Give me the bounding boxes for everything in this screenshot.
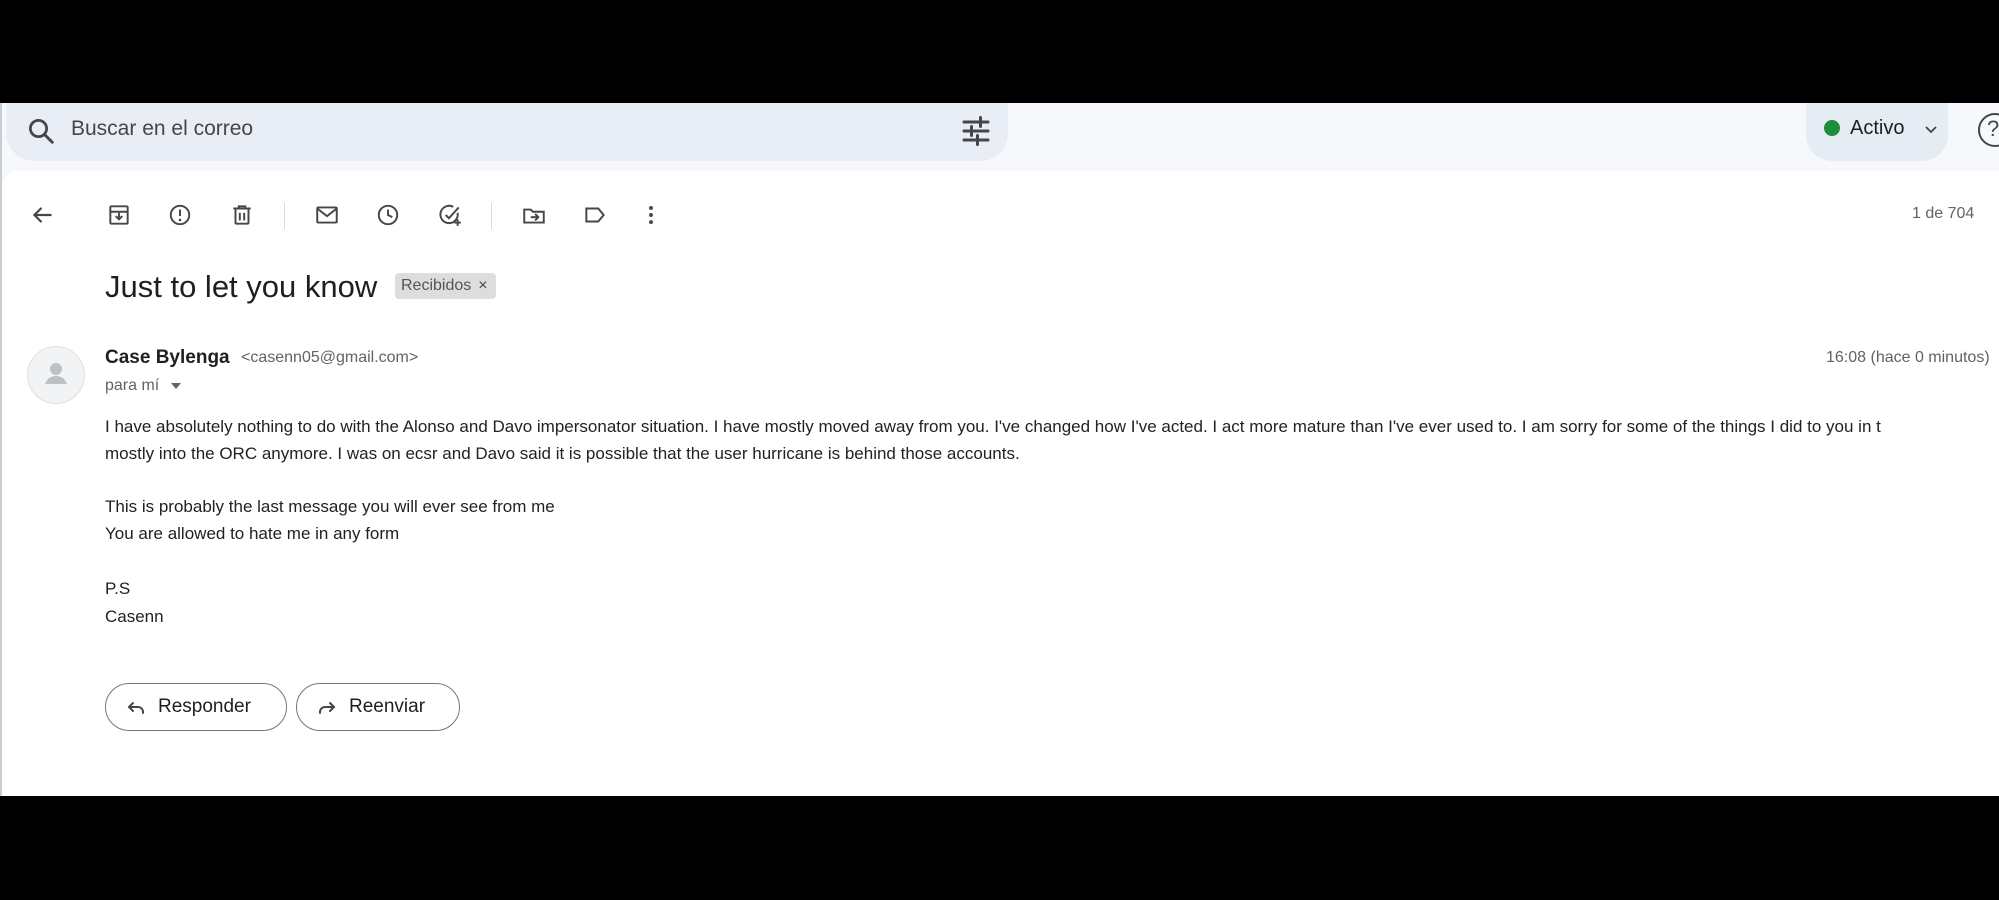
toolbar-divider xyxy=(491,203,492,229)
email-body-paragraph: This is probably the last message you wi… xyxy=(105,493,555,547)
email-body: I have absolutely nothing to do with the… xyxy=(105,413,1881,467)
forward-button[interactable]: Reenviar xyxy=(296,683,460,731)
snooze-button[interactable] xyxy=(366,191,410,239)
back-button[interactable] xyxy=(20,191,64,239)
status-dot xyxy=(1824,120,1840,136)
message-pane: 1 de 704 Just to let you know Recibidos … xyxy=(2,171,1999,796)
label-chip[interactable]: Recibidos × xyxy=(395,273,496,299)
message-counter: 1 de 704 xyxy=(1912,205,1975,222)
toolbar-divider xyxy=(284,203,285,229)
top-bar: Buscar en el correo Activo ? xyxy=(0,103,1999,171)
reply-icon xyxy=(127,702,144,714)
label-chip-text: Recibidos xyxy=(401,277,472,294)
move-to-icon xyxy=(523,208,545,224)
more-options-button[interactable] xyxy=(629,191,673,239)
add-task-button[interactable] xyxy=(428,191,472,239)
body-line: mostly into the ORC anymore. I was on ec… xyxy=(105,444,1020,463)
report-spam-icon xyxy=(169,204,191,226)
message-time: 16:08 (hace 0 minutos) xyxy=(1826,349,1990,366)
archive-button[interactable] xyxy=(97,191,141,239)
mark-unread-icon xyxy=(316,206,338,224)
archive-icon xyxy=(109,205,129,225)
reply-button[interactable]: Responder xyxy=(105,683,287,731)
search-options-icon[interactable] xyxy=(958,113,994,149)
reply-label: Responder xyxy=(158,696,251,717)
search-input[interactable]: Buscar en el correo xyxy=(71,117,253,141)
body-line: Casenn xyxy=(105,607,164,626)
gmail-window: Buscar en el correo Activo ? 1 de 704 Ju… xyxy=(0,103,1999,796)
sender-name[interactable]: Case Bylenga xyxy=(105,347,230,369)
search-bar[interactable]: Buscar en el correo xyxy=(6,103,1008,161)
forward-icon xyxy=(319,702,336,714)
more-vert-icon xyxy=(649,206,653,224)
recipient-label: para mí xyxy=(105,377,160,394)
body-line: You are allowed to hate me in any form xyxy=(105,524,400,543)
body-line: This is probably the last message you wi… xyxy=(105,497,555,516)
delete-icon xyxy=(233,205,251,225)
status-toggle[interactable]: Activo xyxy=(1806,103,1948,161)
email-signature: P.S Casenn xyxy=(105,575,164,631)
avatar[interactable] xyxy=(27,346,85,404)
chevron-down-icon xyxy=(1925,126,1937,134)
help-icon[interactable]: ? xyxy=(1978,113,1999,147)
body-line: P.S xyxy=(105,579,131,598)
caret-down-icon[interactable] xyxy=(171,383,182,389)
email-subject: Just to let you know xyxy=(105,269,378,304)
close-icon[interactable]: × xyxy=(478,277,487,295)
recipient-details[interactable]: para mí xyxy=(105,377,182,395)
status-label: Activo xyxy=(1850,117,1905,139)
report-spam-button[interactable] xyxy=(158,191,202,239)
forward-label: Reenviar xyxy=(349,696,426,717)
mark-unread-button[interactable] xyxy=(305,191,349,239)
body-line: I have absolutely nothing to do with the… xyxy=(105,417,1881,436)
delete-button[interactable] xyxy=(220,191,264,239)
label-icon xyxy=(585,207,605,223)
move-to-button[interactable] xyxy=(512,191,556,239)
message-toolbar: 1 de 704 xyxy=(2,191,1999,239)
search-icon[interactable] xyxy=(26,116,56,146)
label-button[interactable] xyxy=(573,191,617,239)
add-task-icon xyxy=(439,204,461,226)
back-arrow-icon xyxy=(32,207,52,223)
snooze-icon xyxy=(377,204,399,226)
sender-email: <casenn05@gmail.com> xyxy=(241,349,419,366)
person-icon xyxy=(45,363,67,384)
